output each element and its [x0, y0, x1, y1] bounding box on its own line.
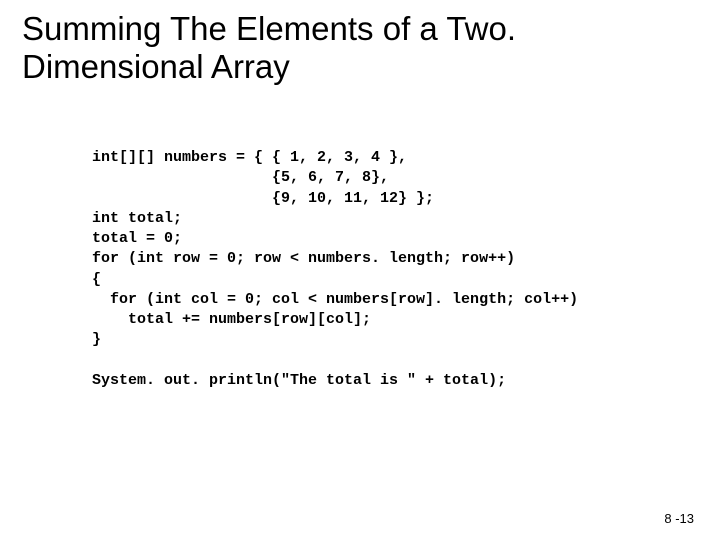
slide-title: Summing The Elements of a Two. Dimension… [22, 10, 698, 86]
page-number: 8 -13 [664, 511, 694, 526]
slide: Summing The Elements of a Two. Dimension… [0, 0, 720, 540]
code-block: int[][] numbers = { { 1, 2, 3, 4 }, {5, … [92, 148, 578, 391]
